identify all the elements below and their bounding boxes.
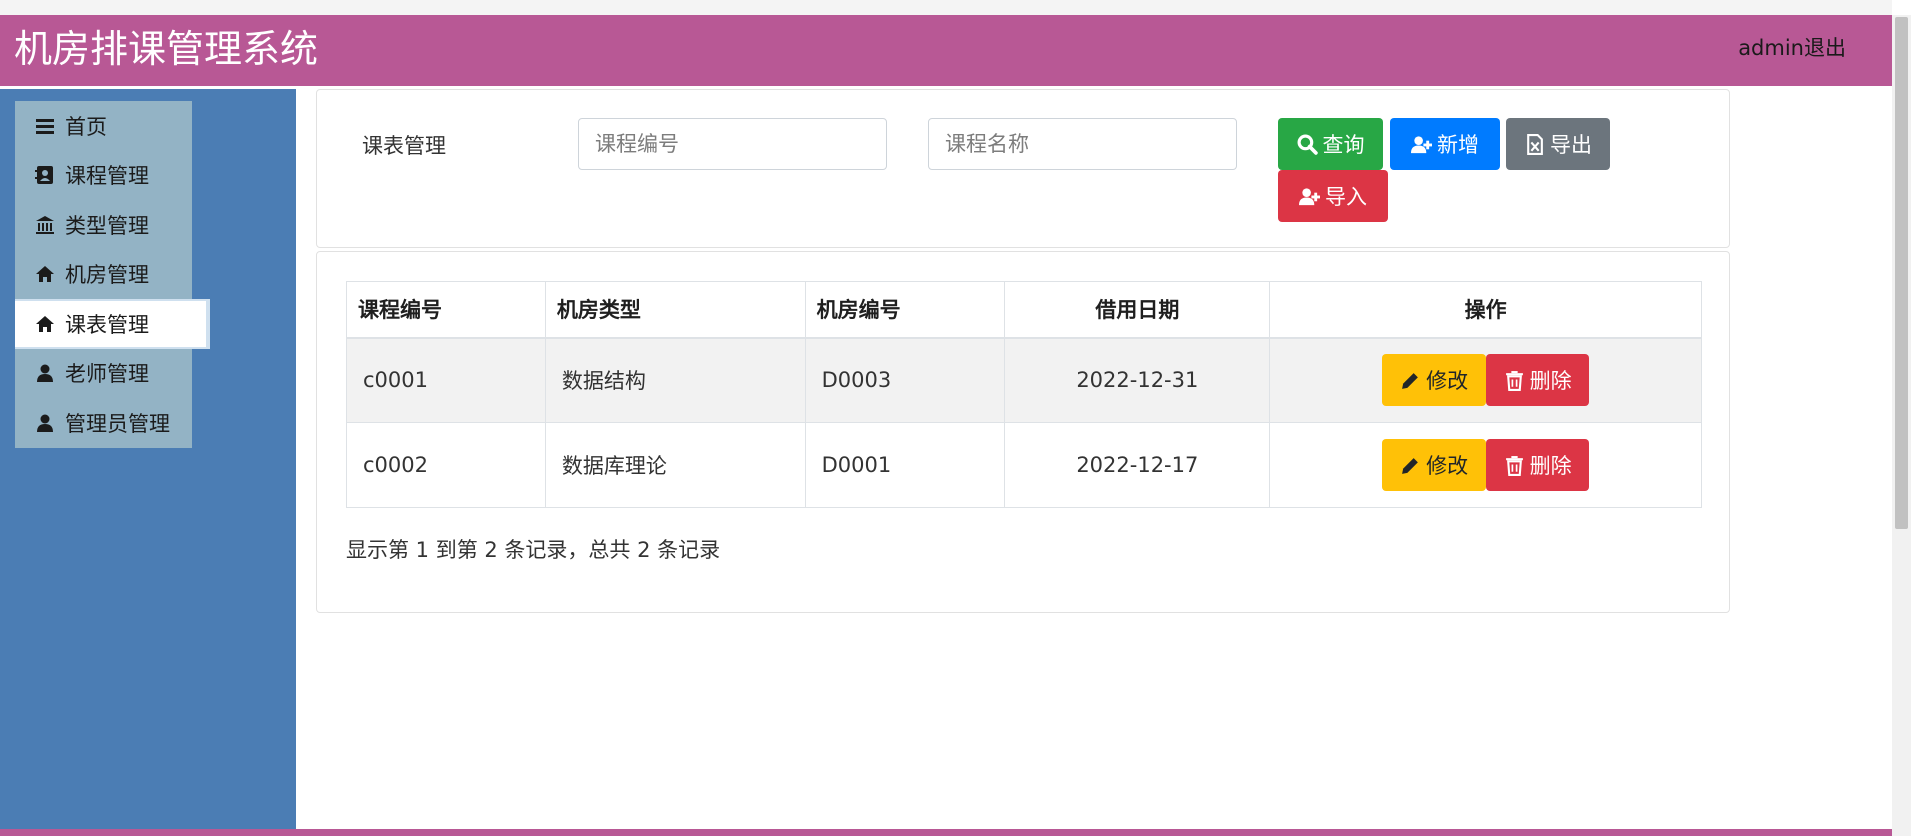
search-icon [1297, 134, 1318, 155]
schedule-table: 课程编号 机房类型 机房编号 借用日期 操作 c0001 数据结构 D0003 … [346, 281, 1702, 508]
course-code-input[interactable] [578, 118, 887, 170]
sidebar-item-rooms[interactable]: 机房管理 [15, 250, 192, 300]
import-button-label: 导入 [1325, 185, 1367, 209]
cell-room-type: 数据库理论 [544, 422, 806, 508]
page-title: 课表管理 [362, 134, 446, 158]
pagination-info: 显示第 1 到第 2 条记录，总共 2 条记录 [346, 538, 721, 562]
cell-borrow-date: 2022-12-31 [1004, 337, 1271, 423]
course-name-input[interactable] [928, 118, 1237, 170]
table-row: c0001 数据结构 D0003 2022-12-31 修改 删除 [346, 337, 1702, 423]
query-button[interactable]: 查询 [1278, 118, 1383, 170]
column-header-room-number[interactable]: 机房编号 [804, 281, 1006, 339]
user-plus-icon [1299, 187, 1320, 205]
column-header-borrow-date[interactable]: 借用日期 [1004, 281, 1271, 339]
delete-button-label: 删除 [1529, 369, 1572, 394]
home-icon [36, 315, 54, 332]
add-button[interactable]: 新增 [1390, 118, 1500, 170]
app-header: 机房排课管理系统 admin退出 [0, 15, 1892, 86]
table-header-row: 课程编号 机房类型 机房编号 借用日期 操作 [346, 281, 1702, 339]
delete-button[interactable]: 删除 [1486, 354, 1590, 407]
file-excel-icon [1527, 133, 1543, 155]
user-icon [37, 364, 53, 383]
bars-icon [36, 118, 54, 134]
column-header-actions: 操作 [1269, 281, 1702, 339]
browser-tab-strip [0, 0, 1892, 15]
add-button-label: 新增 [1437, 133, 1479, 157]
sidebar-item-courses[interactable]: 课程管理 [15, 151, 192, 201]
edit-button-label: 修改 [1426, 369, 1469, 394]
vertical-scrollbar[interactable] [1892, 15, 1911, 836]
edit-button[interactable]: 修改 [1382, 439, 1487, 491]
cell-room-type: 数据结构 [544, 337, 806, 423]
search-panel: 课表管理 查询 新增 导出 导入 [316, 89, 1730, 248]
cell-actions: 修改 删除 [1269, 422, 1702, 508]
export-button-label: 导出 [1550, 133, 1592, 157]
import-button[interactable]: 导入 [1278, 170, 1388, 222]
cell-actions: 修改 删除 [1269, 337, 1702, 423]
scrollbar-thumb[interactable] [1895, 17, 1908, 529]
footer-bar [0, 829, 1892, 836]
column-header-room-type[interactable]: 机房类型 [544, 281, 806, 339]
sidebar-item-label: 类型管理 [65, 213, 149, 238]
cell-borrow-date: 2022-12-17 [1004, 422, 1271, 508]
pencil-icon [1402, 372, 1418, 389]
row-actions: 修改 删除 [1270, 439, 1701, 491]
sidebar-menu: 首页 课程管理 类型管理 机房管理 课表管理 老师管理 管理员管理 [15, 101, 210, 448]
column-header-course-code[interactable]: 课程编号 [346, 281, 546, 339]
sidebar-item-admins[interactable]: 管理员管理 [15, 398, 192, 448]
sidebar-item-label: 管理员管理 [65, 411, 170, 436]
sidebar-item-schedule[interactable]: 课表管理 [15, 299, 210, 349]
table-panel: 课程编号 机房类型 机房编号 借用日期 操作 c0001 数据结构 D0003 … [316, 251, 1730, 613]
sidebar-item-teachers[interactable]: 老师管理 [15, 349, 192, 399]
cell-course-code: c0001 [346, 337, 546, 423]
edit-button-label: 修改 [1426, 454, 1469, 478]
pencil-icon [1402, 457, 1418, 474]
delete-button[interactable]: 删除 [1486, 439, 1590, 491]
sidebar-item-label: 首页 [65, 114, 107, 139]
export-button[interactable]: 导出 [1506, 118, 1610, 170]
bank-icon [36, 215, 54, 234]
sidebar-item-label: 课程管理 [65, 164, 149, 189]
home-icon [36, 266, 54, 283]
query-button-label: 查询 [1322, 133, 1365, 157]
app-title: 机房排课管理系统 [14, 27, 319, 71]
trash-icon [1505, 455, 1523, 476]
sidebar-item-label: 老师管理 [65, 362, 149, 387]
admin-logout-link[interactable]: admin退出 [1738, 32, 1846, 62]
delete-button-label: 删除 [1529, 454, 1572, 478]
sidebar-item-label: 机房管理 [65, 263, 149, 288]
edit-button[interactable]: 修改 [1382, 354, 1487, 407]
sidebar-item-types[interactable]: 类型管理 [15, 200, 192, 250]
cell-room-number: D0001 [804, 422, 1006, 508]
row-actions: 修改 删除 [1270, 354, 1701, 407]
cell-room-number: D0003 [804, 337, 1006, 423]
cell-course-code: c0002 [346, 422, 546, 508]
user-plus-icon [1411, 135, 1432, 153]
table-row: c0002 数据库理论 D0001 2022-12-17 修改 删除 [346, 422, 1702, 508]
trash-icon [1505, 370, 1523, 391]
sidebar-item-label: 课表管理 [65, 312, 149, 337]
sidebar-item-home[interactable]: 首页 [15, 101, 192, 151]
address-card-icon [35, 166, 53, 185]
sidebar: 首页 课程管理 类型管理 机房管理 课表管理 老师管理 管理员管理 [0, 89, 296, 829]
user-icon [37, 414, 53, 432]
